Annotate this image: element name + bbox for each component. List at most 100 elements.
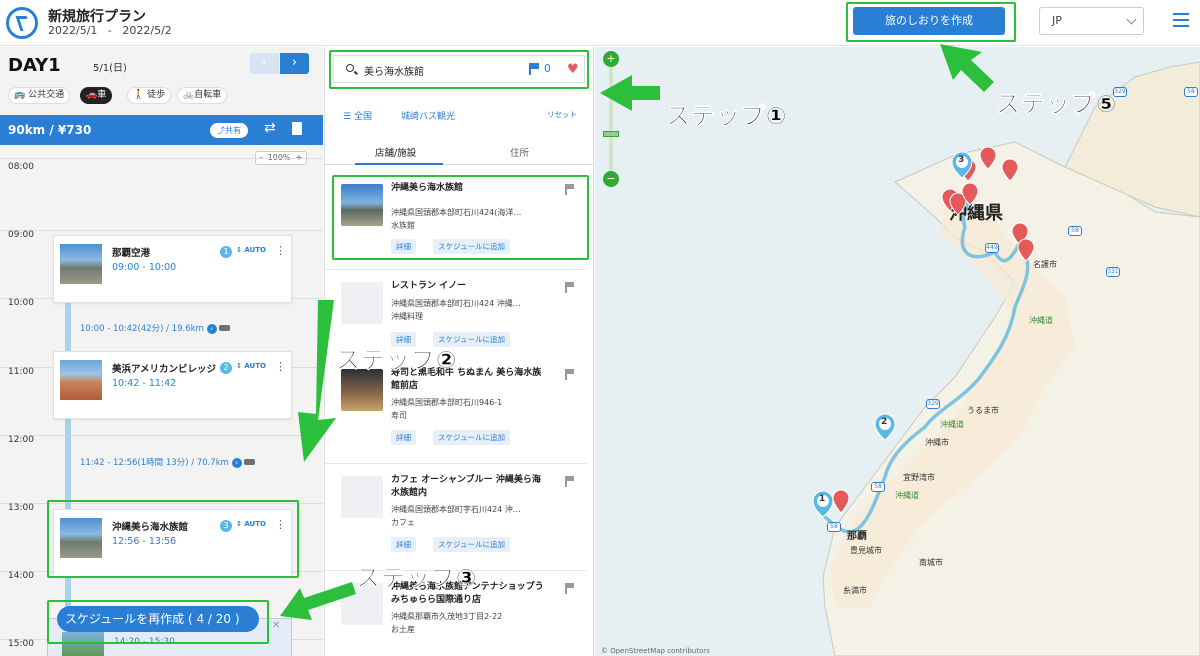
more-options-icon[interactable]: ⋮ (275, 360, 286, 373)
route-shield: 58 (1068, 226, 1082, 236)
schedule-card[interactable]: 那覇空港 09:00 - 10:00 1 ↕ AUTO ⋮ (53, 235, 292, 303)
reset-link[interactable]: リセット (547, 109, 577, 120)
placeholder-logo-icon (341, 476, 383, 518)
next-day-button[interactable]: › (280, 53, 309, 74)
route-shield: 58 (827, 522, 841, 532)
prev-day-button[interactable]: ‹ (250, 53, 279, 74)
app-logo[interactable] (6, 7, 38, 39)
schedule-card[interactable]: 美浜アメリカンビレッジ 10:42 - 11:42 2 ↕ AUTO ⋮ (53, 351, 292, 419)
hour-label: 09:00 (8, 230, 34, 240)
mode-transit-label: 公共交通 (28, 90, 65, 100)
chevron-right-icon[interactable]: › (231, 458, 242, 468)
active-tab-indicator (355, 163, 443, 165)
result-item[interactable]: カフェ オーシャンブルー 沖縄美ら海水族館内 沖縄県国頭郡本部町字石川424 沖… (325, 464, 587, 571)
result-category: 寿司 (391, 411, 407, 420)
transit-info: 11:42 - 12:56(1時間 13分) / 70.7km › (80, 456, 256, 468)
result-name: レストラン イノー (391, 281, 467, 291)
result-thumbnail (341, 369, 383, 411)
hour-label: 08:00 (8, 162, 34, 172)
auto-toggle[interactable]: ↕ AUTO (236, 246, 266, 254)
filter-area[interactable]: 城崎バス観光 (401, 109, 455, 122)
app-header: 新規旅行プラン 2022/5/1 - 2022/5/2 旅のしおりを作成 JP (0, 0, 1200, 46)
share-label: 共有 (225, 126, 241, 135)
car-icon (244, 459, 256, 465)
zoom-out-button[interactable]: − (603, 171, 619, 187)
hour-label: 13:00 (8, 503, 34, 513)
chevron-right-icon[interactable]: › (206, 324, 217, 334)
route-marker[interactable]: 2 (874, 413, 896, 441)
close-icon[interactable]: ✕ (272, 620, 280, 631)
zoom-slider-track[interactable] (609, 67, 613, 171)
mode-car-label: 車 (97, 90, 107, 100)
zoom-in-button[interactable]: + (603, 51, 619, 67)
trash-icon[interactable] (292, 122, 302, 135)
detail-button[interactable]: 詳細 (391, 537, 416, 552)
result-address: 沖縄県国頭郡本部町石川946-1 (391, 398, 503, 407)
result-address: 沖縄県国頭郡本部町字石川424 沖… (391, 505, 521, 514)
flag-icon[interactable] (565, 369, 574, 380)
map-label: 沖縄道 (895, 491, 919, 500)
mode-car[interactable]: 🚗車 (80, 87, 113, 104)
hamburger-menu-icon[interactable] (1173, 13, 1189, 27)
plan-dates: 2022/5/1 - 2022/5/2 (48, 24, 172, 37)
map-pin-icon[interactable] (979, 147, 997, 170)
map-label: 南城市 (919, 558, 943, 567)
result-address: 沖縄県那覇市久茂地3丁目2-22 (391, 612, 503, 621)
spot-time: 09:00 - 10:00 (112, 262, 177, 273)
auto-label: AUTO (244, 246, 266, 254)
mode-walk-label: 徒歩 (147, 90, 166, 100)
map-pin-icon[interactable] (1017, 238, 1035, 262)
route-marker-number: 3 (958, 155, 965, 165)
more-options-icon[interactable]: ⋮ (275, 244, 286, 257)
map-pin-icon[interactable] (1001, 158, 1019, 182)
spot-name: 美浜アメリカンビレッジ (112, 364, 217, 375)
hour-label: 12:00 (8, 435, 34, 445)
step3-label: ステップ③ (356, 564, 478, 593)
filter-all-label: 全国 (353, 112, 372, 122)
result-category: お土産 (391, 625, 415, 634)
route-marker[interactable]: 3 (951, 151, 973, 179)
map-view[interactable]: + − 沖縄県 名護市 うるま市 沖縄市 宜野湾市 那覇 豊見城市 南城市 糸満… (595, 47, 1200, 656)
auto-toggle[interactable]: ↕ AUTO (236, 362, 266, 370)
share-button[interactable]: ⤴共有 (210, 123, 248, 138)
step2-label: ステップ② (336, 346, 458, 375)
filter-region[interactable]: ☰ 全国 (343, 109, 372, 122)
map-label: うるま市 (967, 406, 999, 415)
hour-label: 11:00 (8, 367, 34, 377)
map-label: 豊見城市 (850, 546, 882, 555)
zoom-slider-knob[interactable] (603, 131, 619, 137)
flag-icon[interactable] (565, 282, 574, 293)
day-label: DAY1 (8, 55, 61, 76)
flag-icon[interactable] (565, 583, 574, 594)
language-value: JP (1052, 14, 1062, 27)
mode-transit[interactable]: 🚌 公共交通 (8, 87, 71, 104)
mode-walk[interactable]: 🚶 徒歩 (127, 87, 172, 104)
language-select[interactable]: JP (1039, 7, 1144, 35)
schedule-panel: DAY1 5/1(日) ‹ › 🚌 公共交通 🚗車 🚶 徒歩 🚲自転車 90km… (0, 47, 323, 656)
placeholder-logo-icon (341, 282, 383, 324)
route-shield: 58 (1184, 87, 1198, 97)
distance-price: 90km / ¥730 (8, 123, 92, 137)
route-marker[interactable]: 1 (812, 490, 834, 518)
zoom-control[interactable]: + − (603, 51, 619, 187)
hour-label: 15:00 (8, 639, 34, 649)
swap-icon[interactable]: ⇄ (264, 120, 276, 136)
plan-title[interactable]: 新規旅行プラン (48, 6, 146, 26)
tab-facilities[interactable]: 店舗/施設 (375, 145, 416, 159)
result-address: 沖縄県国頭郡本部町石川424 沖縄… (391, 299, 521, 308)
date-separator: - (107, 24, 112, 37)
flag-icon[interactable] (565, 476, 574, 487)
transit-info: 10:00 - 10:42(42分) / 19.6km › (80, 322, 231, 334)
map-pin-icon[interactable] (832, 489, 852, 515)
car-icon (219, 325, 231, 331)
annotation-box (47, 600, 269, 644)
spot-name: 那覇空港 (112, 248, 151, 259)
spot-time: 10:42 - 11:42 (112, 378, 177, 389)
date-end: 2022/5/2 (122, 24, 172, 37)
tab-address[interactable]: 住所 (510, 145, 529, 159)
add-to-schedule-button[interactable]: スケジュールに追加 (433, 537, 510, 552)
add-to-schedule-button[interactable]: スケジュールに追加 (433, 430, 510, 445)
mode-bicycle[interactable]: 🚲自転車 (177, 87, 228, 104)
detail-button[interactable]: 詳細 (391, 430, 416, 445)
step1-label: ステップ① (666, 102, 788, 131)
